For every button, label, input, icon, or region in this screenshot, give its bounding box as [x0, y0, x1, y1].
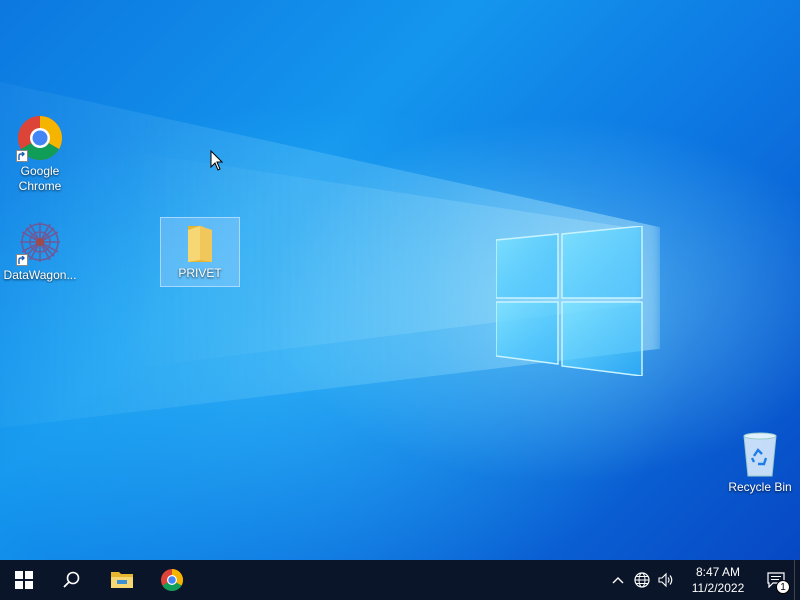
search-button[interactable] — [48, 560, 96, 600]
shortcut-arrow-icon — [16, 254, 28, 266]
search-icon — [63, 571, 80, 588]
file-explorer-icon — [111, 572, 133, 588]
notification-count-badge: 1 — [776, 580, 790, 594]
desktop-icon-label: Google Chrome — [18, 164, 62, 193]
clock-date: 11/2/2022 — [691, 581, 745, 595]
folder-icon — [180, 222, 220, 264]
datawagon-icon — [16, 218, 64, 266]
clock[interactable]: 8:47 AM 11/2/2022 — [678, 564, 758, 596]
show-desktop-button[interactable] — [794, 560, 800, 600]
chrome-icon — [16, 114, 64, 162]
desktop-icon-label: Recycle Bin — [728, 480, 792, 494]
clock-time: 8:47 AM — [695, 565, 741, 579]
desktop-icon-label: DataWagon... — [3, 268, 77, 282]
desktop-icon-datawagon[interactable]: DataWagon... — [0, 218, 80, 283]
chrome-icon — [161, 569, 183, 591]
volume-icon — [658, 572, 673, 588]
desktop[interactable]: Google Chrome DataWagon... PRIVET Recycl… — [0, 0, 800, 560]
desktop-icon-google-chrome[interactable]: Google Chrome — [0, 114, 80, 194]
start-button[interactable] — [0, 560, 48, 600]
chevron-up-icon — [612, 577, 624, 584]
desktop-icon-privet-folder[interactable]: PRIVET — [160, 217, 240, 287]
mouse-cursor-icon — [210, 150, 224, 171]
show-hidden-icons-button[interactable] — [606, 560, 630, 600]
shortcut-arrow-icon — [16, 150, 28, 162]
network-globe-icon — [634, 572, 650, 588]
desktop-icon-recycle-bin[interactable]: Recycle Bin — [720, 430, 800, 495]
windows-logo-wallpaper — [496, 226, 643, 376]
volume-button[interactable] — [654, 560, 678, 600]
taskbar-file-explorer[interactable] — [96, 560, 148, 600]
network-button[interactable] — [630, 560, 654, 600]
windows-start-icon — [15, 571, 33, 589]
desktop-icon-label: PRIVET — [178, 266, 222, 280]
action-center-button[interactable]: 1 — [758, 560, 794, 600]
taskbar: 8:47 AM 11/2/2022 1 — [0, 560, 800, 600]
system-tray: 8:47 AM 11/2/2022 1 — [606, 560, 800, 600]
recycle-bin-icon — [736, 430, 784, 478]
taskbar-chrome[interactable] — [148, 560, 196, 600]
